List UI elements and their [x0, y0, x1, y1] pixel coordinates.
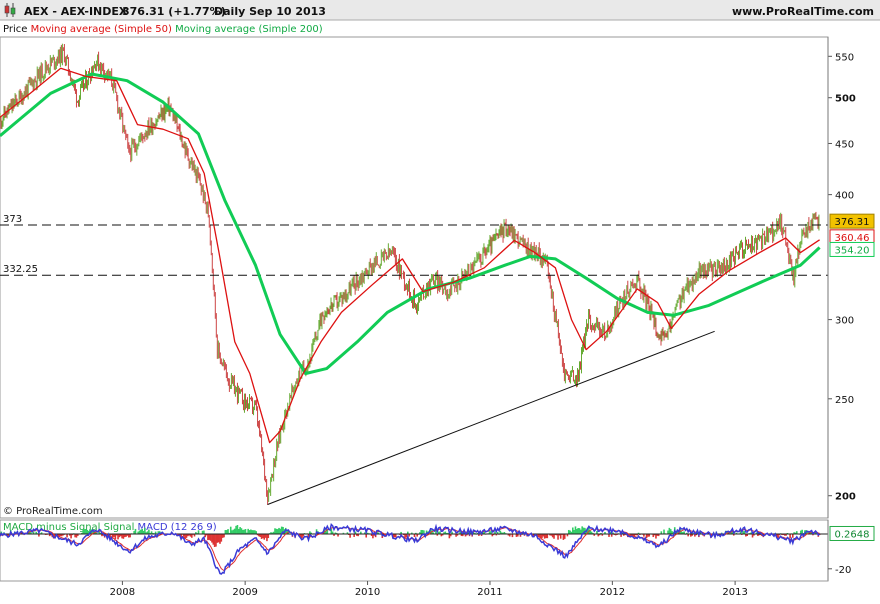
last-price-label: 376.31: [122, 5, 164, 18]
price-legend: Price Moving average (Simple 50) Moving …: [3, 24, 323, 35]
svg-text:AEX - AEX-INDEX: AEX - AEX-INDEX: [24, 5, 128, 18]
copyright-label: © ProRealTime.com: [3, 506, 103, 517]
macd-last-tag: 0.2648: [835, 529, 870, 540]
ma200-last-tag: 354.20: [835, 245, 870, 256]
level-label: 332.25: [3, 264, 38, 275]
time-tick-label: 2011: [477, 587, 502, 598]
level-label: 373: [3, 214, 22, 225]
macd-tick-label: -20: [835, 565, 851, 576]
time-tick-label: 2009: [232, 587, 257, 598]
header-bar: AEX - AEX-INDEX 376.31 (+1.77%) Daily Se…: [0, 0, 880, 21]
price-tick-label: 500: [835, 94, 856, 105]
price-tick-label: 200: [835, 492, 856, 503]
last-value-labels: 376.31360.46354.20: [829, 213, 875, 257]
time-tick-label: 2008: [110, 587, 135, 598]
symbol-label: AEX: [24, 5, 49, 18]
svg-text:376.31 (+1.77%): 376.31 (+1.77%): [122, 5, 226, 18]
site-label: www.ProRealTime.com: [732, 5, 874, 18]
legend-price: Price: [3, 24, 27, 35]
price-tick-label: 250: [835, 395, 854, 406]
time-tick-label: 2013: [722, 587, 747, 598]
chart-svg: AEX - AEX-INDEX 376.31 (+1.77%) Daily Se…: [0, 0, 880, 600]
price-tick-label: 450: [835, 139, 854, 150]
legend-ma200: Moving average (Simple 200): [175, 24, 323, 35]
time-tick-label: 2012: [600, 587, 625, 598]
price-tick-label: 550: [835, 52, 854, 63]
last-price-tag: 376.31: [835, 217, 870, 228]
price-tick-label: 300: [835, 316, 854, 327]
price-tick-label: 400: [835, 191, 854, 202]
svg-text:Daily Sep 10 20: Daily Sep 10 2013: [214, 5, 326, 18]
legend-ma50: Moving average (Simple 50): [31, 24, 172, 35]
date-label: Sep 10 2013: [249, 5, 326, 18]
chart-window: AEX - AEX-INDEX 376.31 (+1.77%) Daily Se…: [0, 0, 880, 600]
interval-label: Daily: [214, 5, 245, 18]
time-tick-label: 2010: [355, 587, 380, 598]
macd-legend-hist: MACD minus Signal Signal: [3, 522, 134, 533]
index-name-label: AEX-INDEX: [61, 5, 128, 18]
